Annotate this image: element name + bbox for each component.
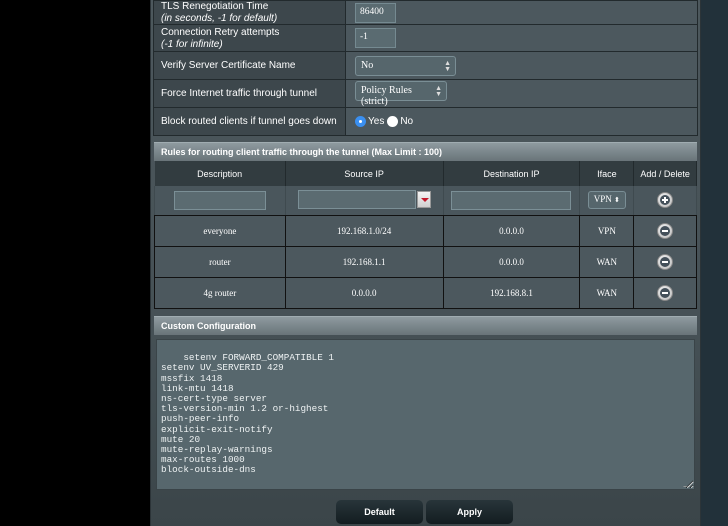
column-header-description: Description xyxy=(154,161,286,186)
vpn-client-settings-panel: TLS Renegotiation Time (in seconds, -1 f… xyxy=(150,0,701,526)
select-value: No xyxy=(361,59,374,71)
rules-section-header: Rules for routing client traffic through… xyxy=(154,142,697,161)
radio-no-label[interactable]: No xyxy=(400,116,413,127)
select-arrows-icon: ▲ ▼ xyxy=(435,83,442,98)
setting-label: Verify Server Certificate Name xyxy=(153,51,346,80)
new-description-input[interactable] xyxy=(173,190,266,210)
apply-button[interactable]: Apply xyxy=(426,500,513,524)
setting-row-force-internet: Force Internet traffic through tunnel Po… xyxy=(153,79,698,108)
rules-header-row: Description Source IP Destination IP Ifa… xyxy=(154,161,697,186)
source-ip-dropdown-icon[interactable] xyxy=(416,190,431,208)
setting-row-connection-retry: Connection Retry attempts (-1 for infini… xyxy=(153,24,698,52)
setting-label: Connection Retry attempts xyxy=(161,26,280,38)
table-row: everyone 192.168.1.0/24 0.0.0.0 VPN xyxy=(154,214,697,247)
custom-config-header: Custom Configuration xyxy=(154,316,697,335)
new-source-ip-input[interactable] xyxy=(297,189,416,209)
delete-rule-button[interactable] xyxy=(657,253,674,270)
rule-source-ip: 192.168.1.0/24 xyxy=(284,214,444,247)
select-value: VPN xyxy=(593,194,612,205)
minus-icon xyxy=(660,287,671,298)
custom-config-textarea[interactable]: setenv FORWARD_COMPATIBLE 1 setenv UV_SE… xyxy=(156,339,695,490)
minus-icon xyxy=(660,256,671,267)
settings-table: TLS Renegotiation Time (in seconds, -1 f… xyxy=(153,0,698,136)
rule-iface: WAN xyxy=(579,245,635,278)
radio-yes[interactable] xyxy=(355,116,366,127)
rule-description: router xyxy=(154,245,286,278)
new-iface-select[interactable]: VPN ⬍ xyxy=(587,191,626,210)
connection-retry-input[interactable]: -1 xyxy=(355,28,396,48)
left-background xyxy=(0,0,150,526)
force-internet-select[interactable]: Policy Rules (strict) ▲ ▼ xyxy=(355,80,447,107)
setting-label: TLS Renegotiation Time xyxy=(161,1,269,12)
setting-row-block-routed: Block routed clients if tunnel goes down… xyxy=(153,107,698,136)
default-button[interactable]: Default xyxy=(336,500,423,524)
table-row: router 192.168.1.1 0.0.0.0 WAN xyxy=(154,245,697,278)
table-row: 4g router 0.0.0.0 192.168.8.1 WAN xyxy=(154,276,697,309)
radio-no[interactable] xyxy=(387,116,399,127)
select-arrows-icon: ▲ ▼ xyxy=(444,58,451,73)
delete-rule-button[interactable] xyxy=(657,222,674,239)
verify-cert-select[interactable]: No ▲ ▼ xyxy=(355,55,456,76)
rule-destination-ip: 192.168.8.1 xyxy=(442,276,581,309)
setting-label: Block routed clients if tunnel goes down xyxy=(153,107,346,136)
tls-renegotiation-input[interactable]: 86400 xyxy=(355,2,396,23)
plus-icon xyxy=(660,195,671,206)
add-rule-button[interactable] xyxy=(657,192,674,209)
rule-destination-ip: 0.0.0.0 xyxy=(442,214,581,247)
routing-rules-table: Description Source IP Destination IP Ifa… xyxy=(154,161,697,309)
block-routed-radio-group: Yes No xyxy=(355,116,697,127)
new-rule-row: VPN ⬍ xyxy=(154,186,697,216)
select-value: Policy Rules (strict) xyxy=(361,84,412,107)
column-header-source-ip: Source IP xyxy=(285,161,444,186)
setting-sublabel: (in seconds, -1 for default) xyxy=(161,13,278,24)
setting-row-tls-renegotiation: TLS Renegotiation Time (in seconds, -1 f… xyxy=(153,0,698,25)
rule-source-ip: 0.0.0.0 xyxy=(284,276,444,309)
setting-label: Force Internet traffic through tunnel xyxy=(153,79,346,108)
rule-description: 4g router xyxy=(154,276,286,309)
resize-grip-icon[interactable] xyxy=(683,481,694,487)
setting-row-verify-cert: Verify Server Certificate Name No ▲ ▼ xyxy=(153,51,698,80)
delete-rule-button[interactable] xyxy=(657,284,674,301)
right-background xyxy=(701,0,728,526)
new-destination-ip-input[interactable] xyxy=(451,190,572,210)
custom-config-text: setenv FORWARD_COMPATIBLE 1 setenv UV_SE… xyxy=(161,352,334,476)
column-header-add-delete: Add / Delete xyxy=(633,161,697,186)
radio-yes-label[interactable]: Yes xyxy=(368,116,384,127)
rule-source-ip: 192.168.1.1 xyxy=(284,245,444,278)
column-header-iface: Iface xyxy=(579,161,635,186)
setting-sublabel: (-1 for infinite) xyxy=(161,38,223,50)
action-buttons: Default Apply xyxy=(336,500,513,524)
rule-iface: WAN xyxy=(579,276,635,309)
minus-icon xyxy=(660,225,671,236)
rule-destination-ip: 0.0.0.0 xyxy=(442,245,581,278)
rule-description: everyone xyxy=(154,214,286,247)
column-header-destination-ip: Destination IP xyxy=(443,161,581,186)
rule-iface: VPN xyxy=(579,214,635,247)
select-arrows-icon: ⬍ xyxy=(614,196,620,205)
